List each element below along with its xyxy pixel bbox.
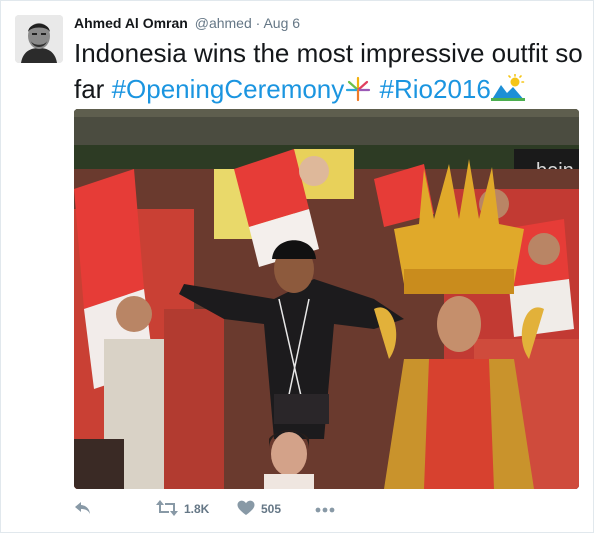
tweet-header: Ahmed Al Omran @ahmed · Aug 6	[74, 14, 300, 32]
avatar[interactable]	[15, 15, 63, 63]
tweet-card[interactable]: Ahmed Al Omran @ahmed · Aug 6 Indonesia …	[0, 0, 594, 533]
tweet-actions: 1.8K 505	[74, 497, 574, 521]
retweet-count: 1.8K	[184, 502, 210, 516]
tweet-date[interactable]: Aug 6	[263, 15, 300, 31]
fireworks-icon	[344, 74, 372, 111]
sunrise-over-mountains-icon	[490, 73, 525, 111]
hashtag-openingceremony[interactable]: #OpeningCeremony	[112, 74, 345, 104]
tweet-text: Indonesia wins the most impressive outfi…	[74, 35, 584, 111]
reply-icon	[74, 500, 92, 519]
more-icon	[315, 502, 335, 516]
like-button[interactable]: 505	[237, 497, 281, 521]
reply-button[interactable]	[74, 497, 92, 521]
hashtag-rio2016[interactable]: #Rio2016	[380, 74, 491, 104]
more-button[interactable]	[315, 497, 335, 521]
tweet-photo[interactable]: bein	[74, 109, 579, 489]
heart-icon	[237, 500, 255, 519]
like-count: 505	[261, 502, 282, 516]
ceremony-photo: bein	[74, 109, 579, 489]
author-handle[interactable]: @ahmed	[195, 15, 252, 31]
retweet-button[interactable]: 1.8K	[156, 497, 209, 521]
author-name[interactable]: Ahmed Al Omran	[74, 15, 188, 31]
header-separator: ·	[255, 15, 261, 31]
retweet-icon	[156, 499, 178, 519]
avatar-image	[15, 15, 63, 63]
